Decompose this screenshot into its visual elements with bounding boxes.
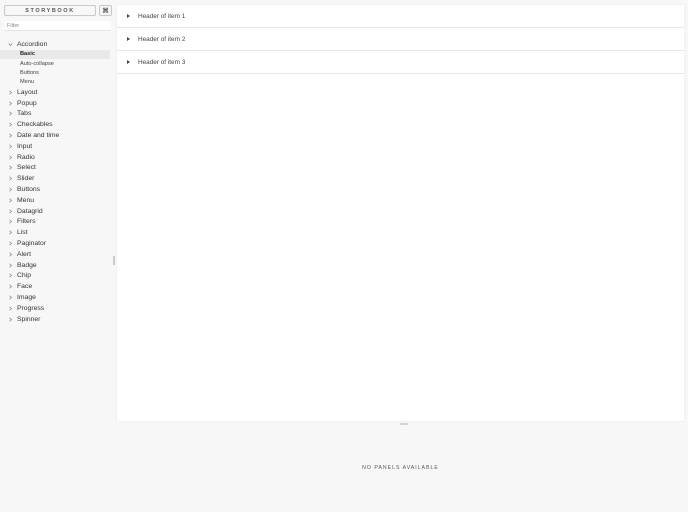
tree-node-label: Select: [17, 164, 36, 172]
caret-right-icon: [117, 37, 138, 41]
tree-node-slider[interactable]: Slider: [0, 173, 114, 184]
chevron-right-icon: [0, 198, 17, 203]
tree-node-date-and-time[interactable]: Date and time: [0, 130, 114, 141]
storybook-brand-button[interactable]: STORYBOOK: [4, 5, 96, 16]
chevron-right-icon: [0, 111, 17, 116]
chevron-right-icon: [0, 165, 17, 170]
tree-node-spinner[interactable]: Spinner: [0, 314, 114, 325]
chevron-down-icon: [0, 42, 17, 47]
chevron-right-icon: [0, 133, 17, 138]
chevron-right-icon: [0, 295, 17, 300]
tree-node-label: Layout: [17, 88, 38, 96]
accordion-item-header[interactable]: Header of item 1: [117, 5, 684, 28]
addons-resize-handle[interactable]: [400, 423, 408, 425]
chevron-right-icon: [0, 219, 17, 224]
tree-node-buttons[interactable]: Buttons: [0, 184, 114, 195]
tree-node-layout[interactable]: Layout: [0, 87, 114, 98]
chevron-right-icon: [0, 306, 17, 311]
sidebar-resize-handle[interactable]: [113, 256, 115, 265]
tree-node-datagrid[interactable]: Datagrid: [0, 206, 114, 217]
tree-node-select[interactable]: Select: [0, 163, 114, 174]
chevron-right-icon: [0, 273, 17, 278]
accordion-item-label: Header of item 2: [138, 35, 186, 43]
tree-node-accordion[interactable]: Accordion: [0, 39, 114, 50]
tree-node-label: List: [17, 229, 28, 237]
tree-node-label: Buttons: [17, 186, 41, 194]
tree-node-face[interactable]: Face: [0, 281, 114, 292]
chevron-right-icon: [0, 144, 17, 149]
brand-row: STORYBOOK ⌘: [4, 5, 112, 17]
tree-node-tabs[interactable]: Tabs: [0, 109, 114, 120]
tree-node-radio[interactable]: Radio: [0, 152, 114, 163]
story-item-basic[interactable]: Basic: [0, 49, 110, 60]
chevron-right-icon: [0, 252, 17, 257]
tree-node-paginator[interactable]: Paginator: [0, 238, 114, 249]
story-tree: Accordion Basic Auto-collapse Buttons Menu La…: [0, 39, 114, 325]
tree-node-label: Datagrid: [17, 207, 43, 215]
chevron-right-icon: [0, 176, 17, 181]
tree-node-menu[interactable]: Menu: [0, 195, 114, 206]
tree-node-label: Tabs: [17, 110, 32, 118]
tree-node-label: Input: [17, 142, 33, 150]
tree-node-badge[interactable]: Badge: [0, 260, 114, 271]
chevron-right-icon: [0, 241, 17, 246]
story-item-buttons[interactable]: Buttons: [0, 68, 110, 77]
chevron-right-icon: [0, 101, 17, 106]
tree-node-progress[interactable]: Progress: [0, 303, 114, 314]
tree-node-list[interactable]: List: [0, 227, 114, 238]
preview-canvas: Header of item 1 Header of item 2 Header o…: [117, 5, 684, 421]
tree-node-label: Image: [17, 294, 36, 302]
tree-node-label: Accordion: [17, 40, 48, 48]
chevron-right-icon: [0, 187, 17, 192]
sidebar: STORYBOOK ⌘ AccordionBasicAuto-collapseB…: [0, 0, 115, 512]
story-item-menu[interactable]: Menu: [0, 78, 110, 87]
tree-node-alert[interactable]: Alert: [0, 249, 114, 260]
chevron-right-icon: [0, 155, 17, 160]
tree-node-popup[interactable]: Popup: [0, 98, 114, 109]
tree-node-label: Badge: [17, 261, 37, 269]
tree-node-label: Radio: [17, 153, 35, 161]
chevron-right-icon: [0, 317, 17, 322]
caret-right-icon: [117, 60, 138, 64]
chevron-right-icon: [0, 230, 17, 235]
accordion-item-header[interactable]: Header of item 2: [117, 28, 684, 51]
tree-node-label: Popup: [17, 99, 37, 107]
tree-node-chip[interactable]: Chip: [0, 271, 114, 282]
addons-empty-message: NO PANELS AVAILABLE: [362, 465, 439, 471]
chevron-right-icon: [0, 263, 17, 268]
tree-node-label: Filters: [17, 218, 36, 226]
tree-node-label: Face: [17, 283, 33, 291]
tree-node-label: Spinner: [17, 315, 41, 323]
caret-right-icon: [117, 14, 138, 18]
tree-node-label: Checkables: [17, 121, 53, 129]
tree-node-input[interactable]: Input: [0, 141, 114, 152]
tree-node-label: Date and time: [17, 132, 60, 140]
tree-node-label: Slider: [17, 175, 35, 183]
chevron-right-icon: [0, 209, 17, 214]
tree-node-label: Paginator: [17, 240, 47, 248]
tree-node-label: Chip: [17, 272, 31, 280]
filter-input[interactable]: [4, 21, 111, 31]
tree-node-label: Alert: [17, 250, 31, 258]
chevron-right-icon: [0, 122, 17, 127]
accordion-item-label: Header of item 1: [138, 12, 186, 20]
tree-node-filters[interactable]: Filters: [0, 217, 114, 228]
tree-node-label: Menu: [17, 196, 35, 204]
tree-node-label: Progress: [17, 304, 45, 312]
tree-node-image[interactable]: Image: [0, 292, 114, 303]
shortcuts-command-icon[interactable]: ⌘: [99, 5, 112, 16]
accordion-item-header[interactable]: Header of item 3: [117, 51, 684, 74]
chevron-right-icon: [0, 90, 17, 95]
story-item-auto-collapse[interactable]: Auto-collapse: [0, 59, 110, 68]
accordion-item-label: Header of item 3: [138, 58, 186, 66]
chevron-right-icon: [0, 284, 17, 289]
tree-node-checkables[interactable]: Checkables: [0, 119, 114, 130]
